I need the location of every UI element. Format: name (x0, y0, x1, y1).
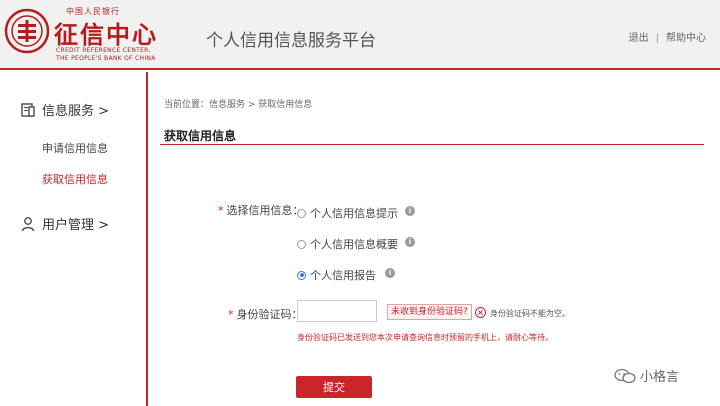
radio-label: 个人信用信息提示 (310, 207, 398, 220)
radio-button[interactable] (297, 208, 306, 218)
document-icon (21, 102, 35, 117)
section-title: 获取信用信息 (164, 129, 237, 143)
info-icon[interactable]: i (405, 237, 415, 247)
sidebar: 信息服务 > 申请信用信息 获取信用信息 用户管理 > (0, 72, 148, 406)
radio-option-info-summary[interactable]: 个人信用信息概要 (297, 236, 398, 252)
credit-center-emblem-icon (4, 8, 50, 54)
logo-english-line2: THE PEOPLE'S BANK OF CHINA (56, 55, 156, 62)
identity-code-label: * 身份验证码： (228, 306, 303, 322)
submit-button[interactable]: 提交 (296, 376, 372, 398)
watermark-text: 小格言 (640, 370, 680, 385)
radio-button[interactable] (297, 239, 306, 249)
radio-label: 个人信用信息概要 (310, 238, 398, 251)
select-info-label: * 选择信用信息： (218, 202, 304, 218)
wechat-icon (614, 368, 636, 383)
radio-button-checked[interactable] (297, 270, 306, 280)
required-mark: * (228, 308, 234, 321)
info-icon[interactable]: i (385, 268, 395, 278)
platform-title: 个人信用信息服务平台 (206, 31, 376, 51)
code-sent-hint: 身份验证码已发送到您本次申请查询信息时预留的手机上，请耐心等待。 (297, 333, 553, 342)
logo-main-text: 征信中心 (54, 20, 158, 49)
header: 中国人民银行 征信中心 CREDIT REFERENCE CENTER, THE… (0, 0, 720, 70)
sidebar-group-user-manage[interactable]: 用户管理 > (20, 214, 109, 233)
breadcrumb: 当前位置：信息服务 > 获取信用信息 (164, 100, 313, 110)
identity-code-label-text: 身份验证码： (236, 308, 303, 321)
watermark: 小格言 (614, 366, 679, 385)
user-icon (21, 216, 35, 231)
radio-option-info-tips[interactable]: 个人信用信息提示 (297, 205, 398, 221)
logo-english-line1: CREDIT REFERENCE CENTER, (56, 47, 151, 54)
sidebar-group-info-service[interactable]: 信息服务 > (20, 100, 109, 119)
error-icon: × (475, 307, 486, 318)
sidebar-group-label: 信息服务 > (42, 104, 110, 119)
info-icon[interactable]: i (405, 206, 415, 216)
sidebar-group-label: 用户管理 > (42, 218, 110, 233)
help-center-link[interactable]: 帮助中心 (666, 33, 706, 44)
top-links-separator: | (655, 33, 659, 44)
logout-link[interactable]: 退出 (629, 33, 649, 44)
select-info-label-text: 选择信用信息： (226, 204, 304, 217)
required-mark: * (218, 204, 224, 217)
radio-label: 个人信用报告 (310, 269, 376, 282)
radio-option-credit-report[interactable]: 个人信用报告 (297, 267, 376, 283)
section-divider (160, 144, 704, 145)
top-links: 退出 | 帮助中心 (629, 29, 706, 44)
code-error-message: 身份验证码不能为空。 (490, 309, 570, 318)
identity-code-input[interactable] (297, 300, 377, 322)
logo: 中国人民银行 征信中心 CREDIT REFERENCE CENTER, THE… (4, 6, 174, 64)
sidebar-item-get-info[interactable]: 获取信用信息 (42, 171, 108, 187)
code-not-received-button[interactable]: 未收到身份验证码? (387, 304, 472, 320)
sidebar-item-apply-info[interactable]: 申请信用信息 (42, 140, 108, 156)
